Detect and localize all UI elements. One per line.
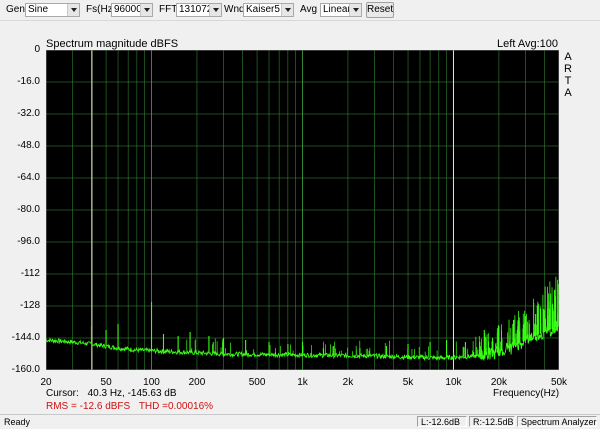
mode-indicator: Spectrum Analyzer xyxy=(517,416,597,427)
measurement-readout: RMS = -12.6 dBFS THD =0.00016% xyxy=(46,401,219,412)
y-tick-label: -144.0 xyxy=(11,332,40,343)
arta-letter: T xyxy=(564,75,572,87)
right-level: R:-12.5dB xyxy=(469,416,515,427)
y-tick-label: 0 xyxy=(34,44,40,55)
channel-average-info: Left Avg:100 xyxy=(497,38,558,50)
chevron-down-icon xyxy=(281,4,293,16)
x-tick-label: 200 xyxy=(188,377,206,388)
chevron-down-icon xyxy=(67,4,79,16)
gen-label: Gen xyxy=(6,4,25,15)
status-bar: Ready L:-12.6dB R:-12.5dB Spectrum Analy… xyxy=(0,414,600,429)
status-ready: Ready xyxy=(4,417,31,427)
x-tick-label: 50 xyxy=(100,377,112,388)
x-axis-title: Frequency(Hz) xyxy=(493,388,560,399)
window-label: Wnd xyxy=(224,4,245,15)
generator-select-value: Sine xyxy=(28,4,49,15)
sample-rate-select[interactable]: 96000 xyxy=(111,3,153,17)
sample-rate-select-value: 96000 xyxy=(114,4,142,15)
chevron-down-icon xyxy=(349,4,361,16)
averaging-select[interactable]: Linear xyxy=(320,3,362,17)
x-tick-label: 500 xyxy=(248,377,266,388)
arta-logo: A R T A xyxy=(563,51,573,99)
y-tick-label: -96.0 xyxy=(17,236,40,247)
window-select[interactable]: Kaiser5 xyxy=(243,3,294,17)
cursor-value: 40.3 Hz, -145.63 dB xyxy=(87,388,177,399)
thd-value: THD =0.00016% xyxy=(138,401,214,412)
y-tick-label: -32.0 xyxy=(17,108,40,119)
fft-size-select[interactable]: 131072 xyxy=(176,3,222,17)
x-tick-label: 100 xyxy=(143,377,160,388)
fft-label: FFT xyxy=(159,4,178,15)
x-tick-label: 10k xyxy=(445,377,462,388)
x-tick-label: 50k xyxy=(550,377,568,388)
plot-title: Spectrum magnitude dBFS xyxy=(46,38,179,50)
cursor-readout: Cursor: 40.3 Hz, -145.63 dB xyxy=(46,388,177,399)
arta-letter: A xyxy=(564,87,572,99)
y-tick-label: -48.0 xyxy=(17,140,40,151)
y-tick-label: -160.0 xyxy=(11,364,40,375)
window-select-value: Kaiser5 xyxy=(246,4,280,15)
generator-select[interactable]: Sine xyxy=(25,3,80,17)
x-tick-label: 20 xyxy=(40,377,52,388)
chevron-down-icon xyxy=(209,4,221,16)
averaging-select-value: Linear xyxy=(323,4,351,15)
spectrum-plot[interactable] xyxy=(46,50,559,370)
avg-label: Avg xyxy=(300,4,318,15)
cursor-label: Cursor: xyxy=(46,388,79,399)
left-level: L:-12.6dB xyxy=(417,416,467,427)
x-tick-label: 1k xyxy=(297,377,308,388)
spectrum-panel: Spectrum magnitude dBFS Left Avg:100 A R… xyxy=(0,21,600,413)
y-tick-label: -64.0 xyxy=(17,172,40,183)
rms-value: RMS = -12.6 dBFS xyxy=(46,401,131,412)
toolbar: Gen Sine Fs(Hz) 96000 FFT 131072 Wnd Kai… xyxy=(0,0,600,21)
chevron-down-icon xyxy=(140,4,152,16)
y-tick-label: -80.0 xyxy=(17,204,40,215)
fft-size-select-value: 131072 xyxy=(179,4,213,15)
x-tick-label: 20k xyxy=(490,377,507,388)
reset-button[interactable]: Reset xyxy=(366,2,394,18)
y-tick-label: -128 xyxy=(19,300,40,311)
x-tick-label: 5k xyxy=(402,377,414,388)
y-tick-label: -16.0 xyxy=(17,76,40,87)
arta-letter: A xyxy=(564,51,572,63)
x-tick-label: 2k xyxy=(342,377,354,388)
y-tick-label: -112 xyxy=(20,268,40,279)
arta-letter: R xyxy=(564,63,572,75)
